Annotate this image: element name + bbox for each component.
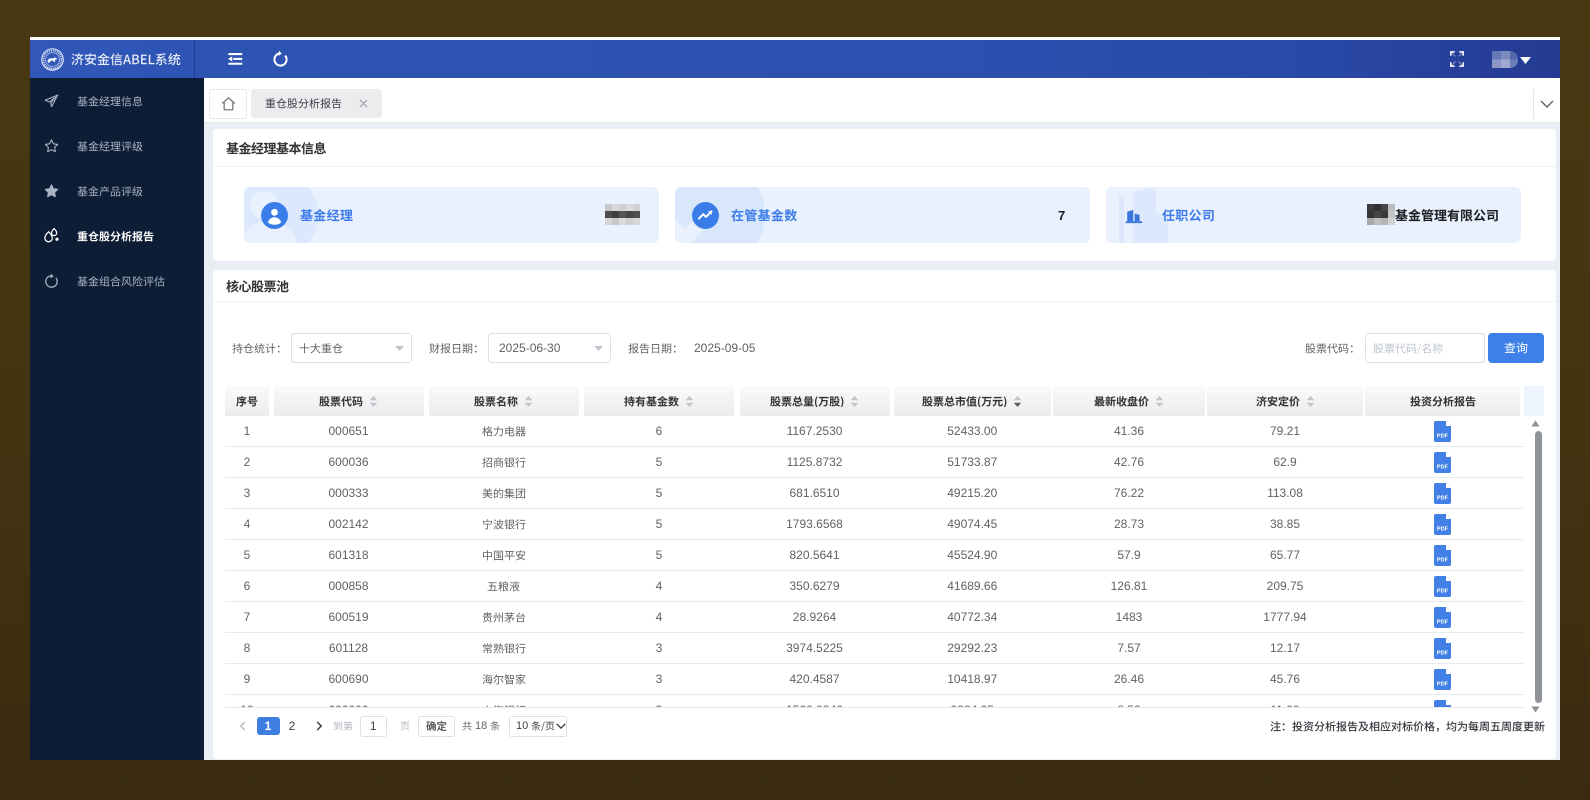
svg-text:PDF: PDF [1437, 527, 1449, 533]
svg-text:PDF: PDF [1437, 465, 1449, 471]
svg-text:PDF: PDF [1437, 496, 1449, 502]
svg-text:PDF: PDF [1437, 434, 1449, 440]
svg-text:PDF: PDF [1437, 558, 1449, 564]
svg-text:PDF: PDF [1437, 589, 1449, 595]
svg-text:PDF: PDF [1437, 682, 1449, 688]
svg-text:PDF: PDF [1437, 651, 1449, 657]
svg-text:PDF: PDF [1437, 620, 1449, 626]
